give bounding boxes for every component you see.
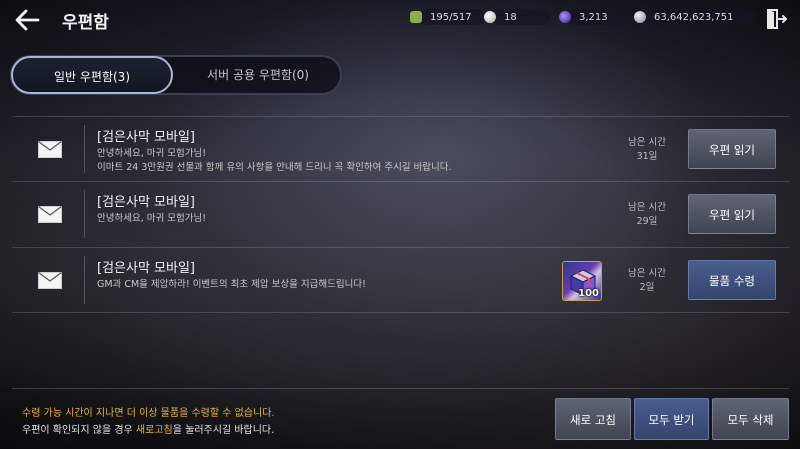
row-separator — [84, 125, 85, 173]
remaining-time-value: 2일 — [639, 282, 655, 293]
mail-sender: [검은사막 모바일] — [97, 130, 195, 145]
reward-box-icon[interactable]: 100 — [562, 261, 602, 301]
receive-all-button[interactable]: 모두 받기 — [634, 398, 709, 440]
top-bar: 우편함 195/517 18 3,213 63,642,623,751 — [0, 0, 800, 38]
refresh-notice-text: 우편이 확인되지 않을 경우 — [22, 425, 136, 436]
black-energy-icon — [559, 11, 571, 23]
envelope-icon — [38, 141, 62, 158]
back-button[interactable] — [12, 6, 44, 34]
silver-value: 63,642,623,751 — [654, 11, 734, 23]
currency-energy: 3,213 — [559, 9, 629, 25]
tab-server-mailbox[interactable]: 서버 공용 우편함(0) — [177, 57, 339, 93]
delete-all-button[interactable]: 모두 삭제 — [712, 398, 789, 440]
refresh-notice-highlight: 새로고침 — [135, 425, 173, 436]
refresh-notice: 우편이 확인되지 않을 경우 새로고침을 눌러주시길 바랍니다. — [22, 421, 274, 436]
inventory-weight-icon — [410, 11, 422, 23]
mail-row: [검은사막 모바일] GM과 CM을 제압하라! 이벤트의 최초 제압 보상을 … — [12, 248, 789, 312]
refresh-button[interactable]: 새로 고침 — [555, 398, 631, 440]
mail-line: 안녕하세요, 마귀 모험가님! — [97, 148, 207, 159]
remaining-time-value: 31일 — [636, 151, 658, 162]
mailbox-tabs: 일반 우편함(3) 서버 공용 우편함(0) — [10, 55, 342, 95]
read-mail-button[interactable]: 우편 읽기 — [688, 194, 776, 234]
remaining-time-label: 남은 시간 — [628, 137, 666, 148]
pearl-icon — [484, 11, 496, 23]
footer-divider — [12, 388, 789, 389]
envelope-icon — [38, 272, 62, 289]
energy-value: 3,213 — [579, 11, 608, 23]
list-divider — [12, 312, 789, 313]
pearl-value: 18 — [504, 11, 517, 23]
mail-row: [검은사막 모바일] 안녕하세요, 마귀 모험가님! 이마트 24 3만원권 선… — [12, 117, 789, 181]
exit-button[interactable] — [764, 7, 788, 31]
remaining-time-label: 남은 시간 — [628, 202, 666, 213]
mail-line: 이마트 24 3만원권 선물과 함께 유의 사항을 안내해 드리니 꼭 확인하여… — [97, 162, 452, 173]
currency-silver: 63,642,623,751 — [634, 9, 754, 25]
mail-row: [검은사막 모바일] 안녕하세요, 마귀 모험가님! 남은 시간 29일 우편 … — [12, 182, 789, 246]
row-separator — [84, 190, 85, 238]
remaining-time-value: 29일 — [636, 216, 658, 227]
read-mail-button[interactable]: 우편 읽기 — [688, 129, 776, 169]
mail-sender: [검은사막 모바일] — [97, 195, 195, 210]
exit-door-icon — [767, 9, 788, 29]
tab-general-mailbox[interactable]: 일반 우편함(3) — [11, 56, 173, 94]
row-separator — [84, 256, 85, 304]
weight-value: 195/517 — [430, 11, 472, 23]
arrow-left-icon — [15, 9, 40, 31]
expiry-notice: 수령 가능 시간이 지나면 더 이상 물품을 수령할 수 없습니다. — [22, 408, 275, 419]
envelope-icon — [38, 206, 62, 223]
claim-item-button[interactable]: 물품 수령 — [688, 260, 776, 300]
attachment-quantity: 100 — [578, 288, 599, 299]
refresh-notice-text-end: 을 눌러주시길 바랍니다. — [172, 425, 275, 436]
mail-sender: [검은사막 모바일] — [97, 261, 195, 276]
mail-line: 안녕하세요, 마귀 모험가님! — [97, 213, 207, 224]
currency-pearl: 18 — [484, 9, 550, 25]
currency-weight: 195/517 — [410, 9, 486, 25]
page-title: 우편함 — [62, 13, 109, 33]
remaining-time-label: 남은 시간 — [628, 268, 666, 279]
mail-line: GM과 CM을 제압하라! 이벤트의 최초 제압 보상을 지급해드립니다! — [97, 279, 366, 290]
silver-coin-icon — [634, 11, 646, 23]
